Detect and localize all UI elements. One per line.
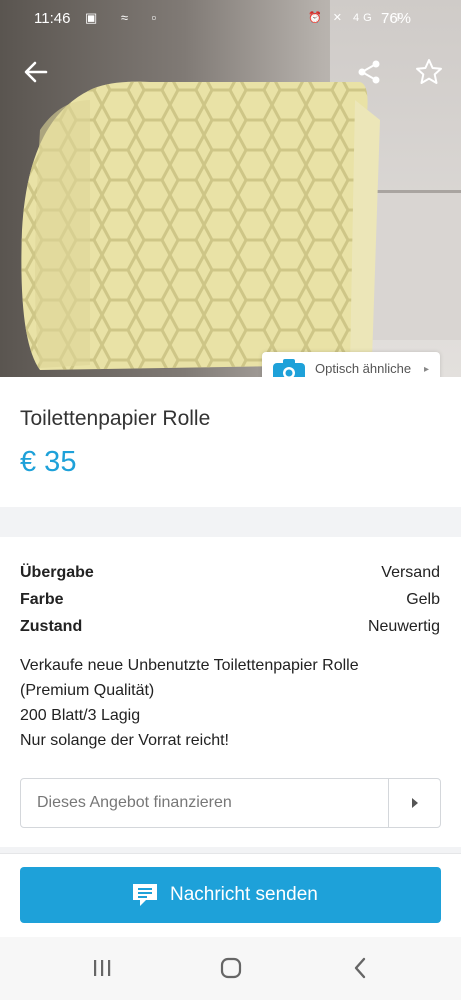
title-card <box>0 377 461 507</box>
detail-value: Neuwertig <box>367 618 440 635</box>
send-message-button[interactable]: Nachricht senden <box>20 867 441 923</box>
listing-title: Toilettenpapier Rolle <box>20 407 211 430</box>
financing-field[interactable]: Dieses Angebot finanzieren <box>20 778 441 828</box>
share-icon <box>358 60 380 84</box>
detail-row-color: Farbe Gelb <box>20 591 440 613</box>
visual-search-label: Optisch ähnliche <box>315 361 412 376</box>
share-button[interactable] <box>349 52 389 92</box>
detail-key: Farbe <box>20 591 64 608</box>
star-icon <box>416 59 442 84</box>
home-icon <box>220 957 242 979</box>
recents-button[interactable] <box>87 955 117 981</box>
home-button[interactable] <box>216 955 246 981</box>
status-bar: 11:46 ▣ ≈ ▫ ⏰ ✕ 4G .ıl 76% <box>0 0 461 38</box>
description-line: Verkaufe neue Unbenutzte Toilettenpapier… <box>20 657 359 674</box>
back-icon <box>354 957 366 979</box>
back-button[interactable] <box>16 52 56 92</box>
recents-icon <box>94 960 111 976</box>
system-navigation-bar <box>0 937 461 1000</box>
description-line: (Premium Qualität) <box>20 682 155 699</box>
status-time: 11:46 <box>34 10 71 27</box>
chevron-right-icon <box>412 798 418 808</box>
listing-description: Verkaufe neue Unbenutzte Toilettenpapier… <box>20 653 440 753</box>
detail-key: Zustand <box>20 618 83 635</box>
listing-photo[interactable] <box>0 0 461 377</box>
detail-key: Übergabe <box>20 564 94 581</box>
financing-placeholder: Dieses Angebot finanzieren <box>37 794 232 811</box>
chat-icon <box>133 884 157 906</box>
chevron-right-icon: ▸ <box>424 364 430 375</box>
detail-row-handover: Übergabe Versand <box>20 564 440 586</box>
description-line: Nur solange der Vorrat reicht! <box>20 732 229 749</box>
description-line: 200 Blatt/3 Lagig <box>20 707 141 724</box>
back-arrow-icon <box>24 61 48 83</box>
notification-icons: ▣ ≈ ▫ <box>85 10 167 25</box>
battery-level: 76% <box>381 10 412 27</box>
toilet-paper-roll-image <box>21 81 380 371</box>
detail-value: Versand <box>381 564 440 581</box>
favorite-button[interactable] <box>409 52 449 92</box>
system-back-button[interactable] <box>345 955 375 981</box>
detail-value: Gelb <box>406 591 440 608</box>
financing-go-button[interactable] <box>389 779 441 827</box>
listing-price: € 35 <box>20 446 77 478</box>
send-message-label: Nachricht senden <box>170 884 318 905</box>
detail-row-condition: Zustand Neuwertig <box>20 618 440 640</box>
